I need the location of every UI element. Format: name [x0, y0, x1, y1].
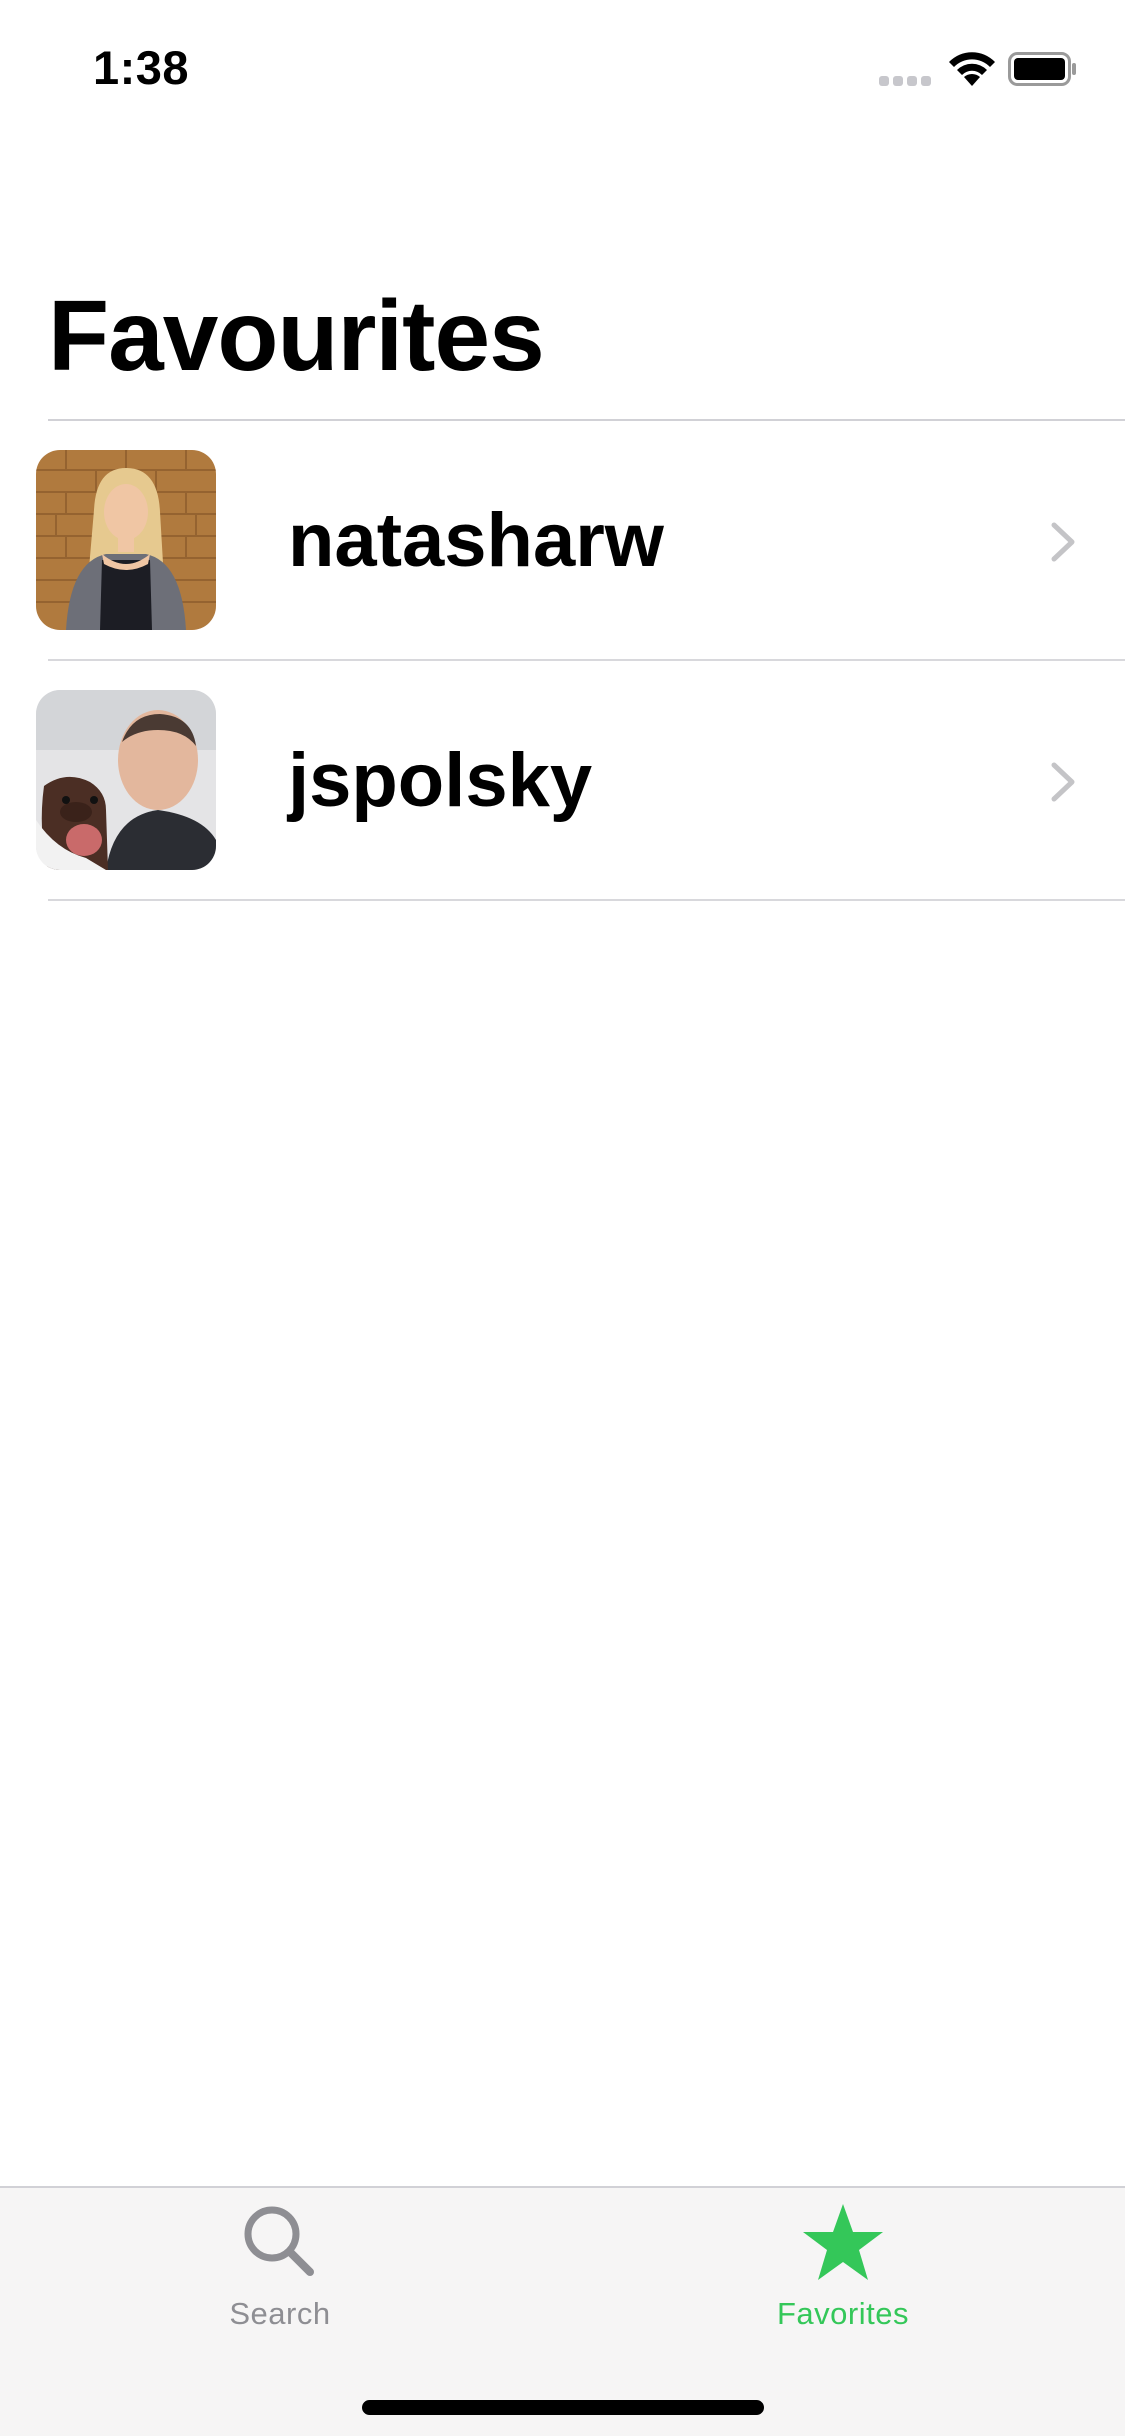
home-indicator[interactable]	[362, 2400, 764, 2415]
magnifier-icon	[244, 2206, 314, 2276]
row-divider	[48, 899, 1125, 901]
battery-icon	[1008, 52, 1076, 86]
status-bar: 1:38	[0, 0, 1125, 132]
tab-search[interactable]: Search	[130, 2188, 430, 2338]
favorite-row-natasharw[interactable]: natasharw	[0, 421, 1125, 661]
page-title: Favourites	[48, 280, 545, 392]
chevron-right-icon	[1051, 522, 1075, 562]
tab-favorites[interactable]: Favorites	[693, 2188, 993, 2338]
favorite-row-jspolsky[interactable]: jspolsky	[0, 661, 1125, 901]
star-icon	[803, 2204, 883, 2280]
favourites-screen: 1:38 Favourites natasharw jspolsky Searc…	[0, 0, 1125, 2436]
cellular-signal-icon	[879, 76, 933, 86]
tab-favorites-label: Favorites	[777, 2296, 909, 2331]
username-label: natasharw	[288, 498, 664, 583]
user-photo-icon	[36, 450, 216, 630]
user-photo-icon	[36, 690, 216, 870]
favorites-list: natasharw jspolsky	[0, 421, 1125, 901]
avatar	[36, 450, 216, 630]
status-time: 1:38	[93, 41, 190, 94]
username-label: jspolsky	[288, 738, 593, 823]
chevron-right-icon	[1051, 762, 1075, 802]
tab-bar: Search Favorites	[0, 2186, 1125, 2436]
tab-search-label: Search	[229, 2296, 331, 2331]
avatar	[36, 690, 216, 870]
wifi-icon	[949, 52, 995, 86]
